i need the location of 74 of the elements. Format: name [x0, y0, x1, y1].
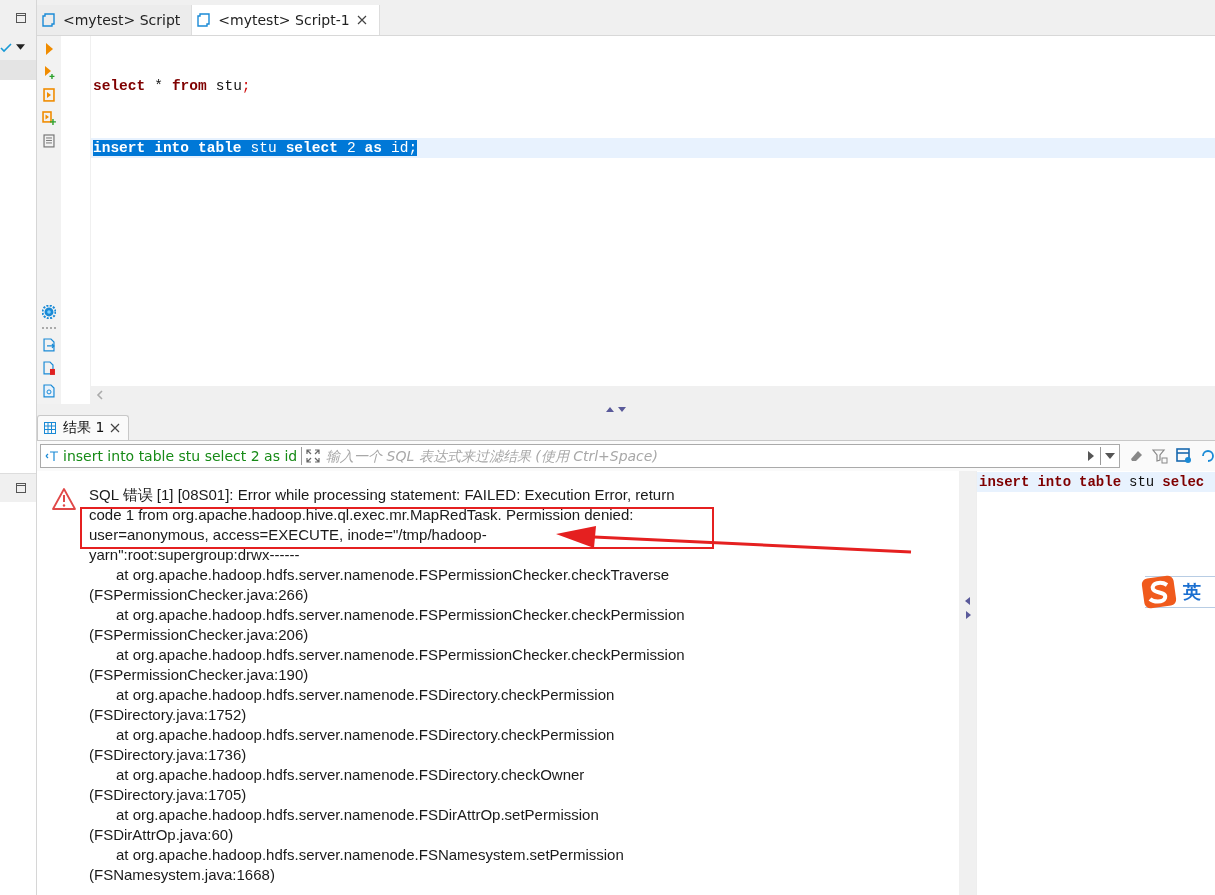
close-icon[interactable] — [356, 15, 367, 25]
execute-script-icon[interactable] — [42, 87, 56, 102]
script-icon — [197, 13, 212, 27]
error-text-line: at org.apache.hadoop.hdfs.server.namenode.FSDirAttrOp.setPermission — [116, 805, 599, 825]
refresh-icon[interactable] — [1200, 448, 1215, 464]
filter-field[interactable]: insert into table stu select 2 as id 输入一个 SQL 表达式来过滤结果 (使用 Ctrl+Space) — [40, 444, 1120, 468]
check-icon[interactable] — [0, 41, 12, 54]
error-text-line: (FSDirectory.java:1736) — [89, 745, 247, 765]
script-icon — [42, 13, 56, 27]
error-text-line: (FSPermissionChecker.java:190) — [89, 665, 309, 685]
error-text-line: SQL 错误 [1] [08S01]: Error while processing statement: FAILED: Execution Error, return — [89, 485, 675, 505]
code-token: select — [93, 78, 146, 94]
filter-input[interactable]: 输入一个 SQL 表达式来过滤结果 (使用 Ctrl+Space) — [324, 447, 1082, 465]
error-text-line: (FSPermissionChecker.java:266) — [89, 585, 309, 605]
error-text-line: code 1 from org.apache.hadoop.hive.ql.exec.mr.MapRedTask. Permission denied: — [89, 505, 634, 525]
panel-settings-icon[interactable] — [1176, 448, 1192, 464]
dropdown-caret-icon[interactable] — [1105, 451, 1115, 461]
dropdown-caret-icon[interactable] — [16, 44, 25, 51]
ime-logo-icon — [1141, 574, 1177, 610]
settings-icon[interactable] — [42, 305, 56, 320]
maximize-icon[interactable] — [16, 483, 26, 493]
script-tab[interactable]: <mytest> Script — [37, 5, 193, 35]
variables-icon[interactable] — [42, 384, 56, 399]
export-icon[interactable] — [42, 338, 56, 353]
error-text-line: user=anonymous, access=EXECUTE, inode="/tmp/hadoop- — [89, 525, 487, 545]
apply-filter-icon[interactable] — [1086, 451, 1096, 461]
code-token: from — [171, 78, 207, 94]
code-token: id — [382, 140, 409, 156]
text-icon — [45, 449, 59, 463]
code-token: insert — [93, 140, 146, 156]
error-text-line: (FSDirectory.java:1705) — [89, 785, 247, 805]
error-text-line: at org.apache.hadoop.hdfs.server.namenode.FSDirectory.checkPermission — [116, 725, 615, 745]
run-new-tab-icon[interactable] — [42, 64, 56, 79]
grid-icon — [43, 421, 57, 435]
code-token: into — [145, 140, 190, 156]
error-text-line: at org.apache.hadoop.hdfs.server.namenode.FSPermissionChecker.checkPermission — [116, 645, 685, 665]
collapse-arrows-icon[interactable] — [964, 596, 971, 620]
code-token: select — [276, 140, 338, 156]
code-token: table — [189, 140, 242, 156]
file-error-icon[interactable] — [42, 361, 56, 376]
explain-plan-icon[interactable] — [42, 133, 56, 148]
error-text-line: at org.apache.hadoop.hdfs.server.namenode.FSPermissionChecker.checkPermission — [116, 605, 685, 625]
code-token: * — [154, 78, 163, 94]
error-text-line: at org.apache.hadoop.hdfs.server.namenode.FSDirectory.checkOwner — [116, 765, 585, 785]
code-token: stu — [241, 140, 277, 156]
code-token: insert — [979, 474, 1030, 490]
eraser-icon[interactable] — [1128, 448, 1144, 464]
code-token: table — [1079, 474, 1122, 490]
expand-icon[interactable] — [306, 449, 321, 463]
script-tab[interactable]: <mytest> Script-1 — [192, 5, 380, 35]
execute-script-new-tab-icon[interactable] — [42, 110, 56, 125]
code-token: selec — [1162, 474, 1205, 490]
code-token: stu — [1129, 474, 1155, 490]
error-text-line: (FSNamesystem.java:1668) — [89, 865, 275, 885]
maximize-icon[interactable] — [16, 12, 26, 23]
error-text-line: (FSPermissionChecker.java:206) — [89, 625, 309, 645]
results-tab[interactable]: 结果 1 — [37, 415, 130, 440]
code-token: ; — [408, 140, 418, 156]
code-token: as — [355, 140, 382, 156]
error-text-line: at org.apache.hadoop.hdfs.server.namenode.FSPermissionChecker.checkTraverse — [116, 565, 670, 585]
error-text-line: at org.apache.hadoop.hdfs.server.namenode.FSNamesystem.setPermission — [116, 845, 624, 865]
error-text-line: yarn":root:supergroup:drwx------ — [89, 545, 300, 565]
code-token: into — [1037, 474, 1072, 490]
error-text-line: at org.apache.hadoop.hdfs.server.namenode.FSDirectory.checkPermission — [116, 685, 615, 705]
scroll-left-icon[interactable] — [95, 390, 105, 400]
warning-icon — [51, 487, 77, 511]
close-icon[interactable] — [110, 423, 121, 433]
code-token: ; — [241, 78, 251, 94]
filter-icon[interactable] — [1152, 448, 1168, 464]
error-text-line: (FSDirAttrOp.java:60) — [89, 825, 234, 845]
sash-arrows-icon[interactable] — [605, 405, 627, 413]
code-token: stu — [215, 78, 242, 94]
error-text-line: (FSDirectory.java:1752) — [89, 705, 247, 725]
query-label: insert into table stu select 2 as id — [63, 448, 298, 464]
